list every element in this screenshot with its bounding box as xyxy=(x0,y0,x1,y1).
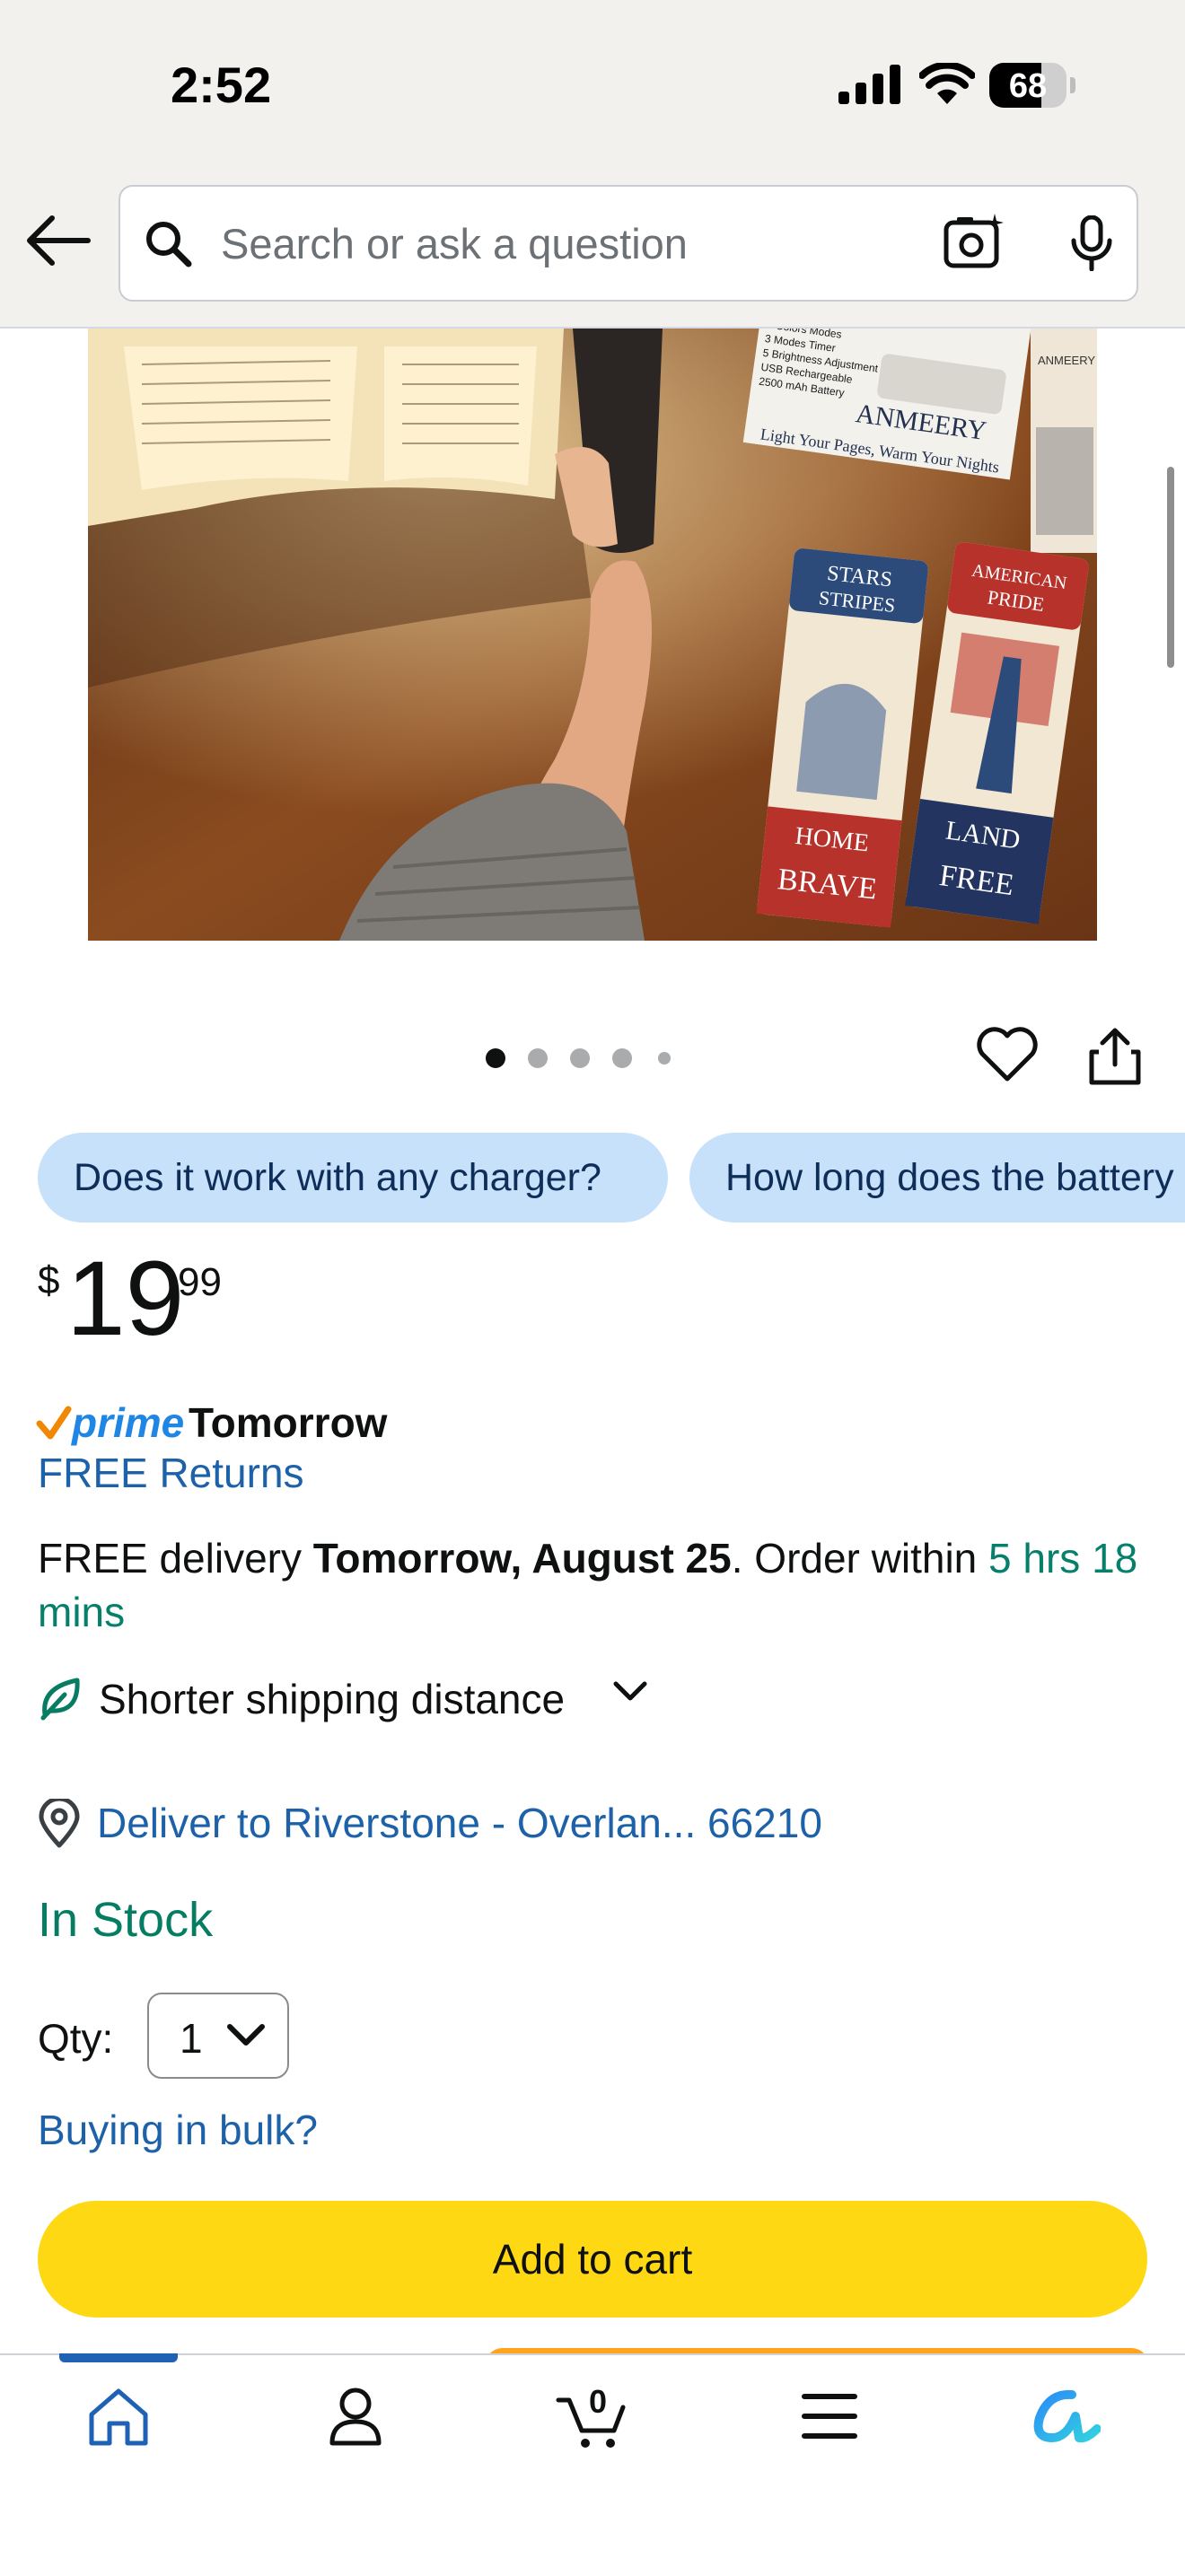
question-chip[interactable]: How long does the battery last? xyxy=(689,1133,1185,1222)
delivery-date: Tomorrow, August 25 xyxy=(312,1535,732,1582)
deliver-to-link[interactable]: Deliver to Riverstone - Overlan... 66210 xyxy=(97,1799,822,1847)
cart-count: 0 xyxy=(589,2383,607,2420)
chevron-down-icon xyxy=(227,2024,265,2046)
delivery-prefix: FREE delivery xyxy=(38,1535,313,1582)
quantity-label: Qty: xyxy=(38,2015,114,2062)
cart-icon[interactable]: 0 xyxy=(555,2379,630,2454)
battery-indicator: 68 xyxy=(989,63,1075,108)
carousel-dot[interactable] xyxy=(612,1048,632,1068)
carousel-dot[interactable] xyxy=(486,1048,505,1068)
search-icon xyxy=(146,222,192,267)
scrollbar[interactable] xyxy=(1167,467,1174,668)
delivery-middle: . Order within xyxy=(731,1535,989,1582)
chevron-down-icon[interactable] xyxy=(612,1678,648,1704)
carousel-dot[interactable] xyxy=(658,1052,671,1065)
cellular-signal-icon xyxy=(838,65,900,104)
heart-icon[interactable] xyxy=(975,1027,1040,1084)
carousel-dot[interactable] xyxy=(528,1048,548,1068)
prime-delivery-day: Tomorrow xyxy=(189,1399,388,1446)
question-chip[interactable]: Does it work with any charger? xyxy=(38,1133,668,1222)
stock-status: In Stock xyxy=(38,1893,214,1947)
product-image[interactable]: 3 Colors Modes 3 Modes Timer 5 Brightnes… xyxy=(88,329,1097,941)
quantity-select[interactable] xyxy=(147,1993,289,2079)
leaf-icon xyxy=(40,1678,80,1721)
buying-in-bulk-link[interactable]: Buying in bulk? xyxy=(38,2106,318,2154)
search-input[interactable]: Search or ask a question xyxy=(221,219,688,268)
prime-logo: prime xyxy=(72,1399,185,1446)
status-time: 2:52 xyxy=(171,57,272,113)
microphone-icon[interactable] xyxy=(1068,215,1115,271)
battery-percent: 68 xyxy=(1008,67,1048,105)
prime-check-icon xyxy=(36,1406,72,1440)
location-pin-icon xyxy=(39,1799,80,1848)
delivery-message: FREE delivery Tomorrow, August 25. Order… xyxy=(38,1531,1151,1639)
wifi-icon xyxy=(919,63,975,104)
back-arrow-icon[interactable] xyxy=(23,214,92,267)
price-whole: 19 xyxy=(66,1240,185,1358)
shipping-distance-toggle[interactable]: Shorter shipping distance xyxy=(99,1675,565,1723)
carousel-dot[interactable] xyxy=(570,1048,590,1068)
camera-search-icon[interactable] xyxy=(943,212,1007,269)
account-icon[interactable] xyxy=(325,2384,386,2449)
share-icon[interactable] xyxy=(1086,1025,1144,1088)
rufus-assistant-icon[interactable] xyxy=(1031,2386,1101,2445)
svg-text:ANMEERY: ANMEERY xyxy=(1038,354,1095,367)
menu-icon[interactable] xyxy=(801,2391,858,2441)
active-tab-indicator xyxy=(59,2353,178,2362)
home-icon[interactable] xyxy=(86,2386,151,2449)
price-currency: $ xyxy=(38,1258,60,1302)
price-fraction: 99 xyxy=(178,1260,222,1304)
add-to-cart-button[interactable]: Add to cart xyxy=(38,2201,1147,2318)
quantity-value: 1 xyxy=(180,2015,203,2062)
free-returns-link[interactable]: FREE Returns xyxy=(38,1449,304,1497)
